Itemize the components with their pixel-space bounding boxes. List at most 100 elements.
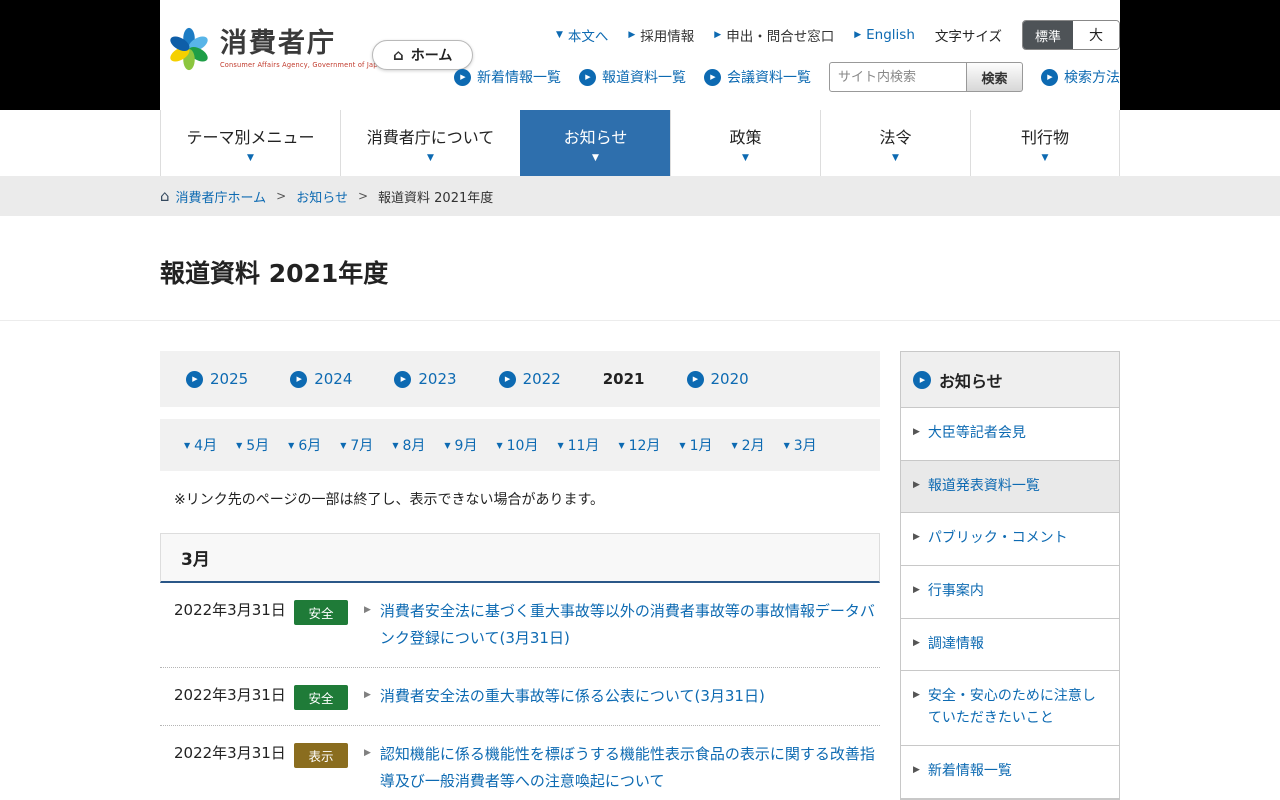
year-link-2020[interactable]: ▶ 2020 <box>686 370 749 388</box>
month-link-jul[interactable]: ▼ 7月 <box>340 435 373 455</box>
search-input[interactable] <box>829 62 967 92</box>
inquiry-link[interactable]: ▶ 申出・問合せ窓口 <box>714 25 834 45</box>
font-size-label: 文字サイズ <box>934 29 1002 45</box>
breadcrumb-separator: > <box>276 189 287 203</box>
year-tabs: ▶ 2025 ▶ 2024 ▶ 2023 ▶ 2022 2021 ▶ 2020 <box>160 351 880 407</box>
nav-theme-menu[interactable]: テーマ別メニュー ▼ <box>160 110 340 176</box>
caret-down-icon: ▼ <box>236 440 243 450</box>
caret-down-icon: ▼ <box>555 30 563 40</box>
caret-down-icon: ▼ <box>427 152 434 163</box>
caret-right-icon: ▶ <box>913 585 920 596</box>
caret-down-icon: ▼ <box>392 440 399 450</box>
caret-down-icon: ▼ <box>444 440 451 450</box>
breadcrumb-news-link[interactable]: お知らせ <box>296 187 348 206</box>
circle-arrow-icon: ▶ <box>498 370 516 388</box>
sidebar-item-press-conference[interactable]: ▶ 大臣等記者会見 <box>901 408 1119 461</box>
news-row: 2022年3月31日 安全 ▶ 消費者安全法に基づく重大事故等以外の消費者事故等… <box>160 583 880 668</box>
site-subtitle: Consumer Affairs Agency, Government of J… <box>220 60 387 69</box>
circle-arrow-icon: ▶ <box>454 68 471 86</box>
caret-right-icon: ▶ <box>913 532 920 543</box>
caret-right-icon: ▶ <box>913 427 920 437</box>
month-link-jan[interactable]: ▼ 1月 <box>679 435 712 455</box>
caret-down-icon: ▼ <box>731 440 738 450</box>
news-date: 2022年3月31日 <box>174 601 286 619</box>
category-badge-safety: 安全 <box>294 685 348 710</box>
utility-links: ▼ 本文へ ▶ 採用情報 ▶ 申出・問合せ窓口 ▶ English 文字サイズ … <box>556 20 1120 50</box>
circle-arrow-icon: ▶ <box>579 68 596 86</box>
pinwheel-logo-icon <box>170 27 208 71</box>
caret-down-icon: ▼ <box>557 440 564 450</box>
breadcrumb-current: 報道資料 2021年度 <box>378 190 494 206</box>
breadcrumb-home-link[interactable]: ⌂ 消費者庁ホーム <box>160 187 266 206</box>
month-links: ▼ 4月 ▼ 5月 ▼ 6月 ▼ 7月 ▼ 8月 ▼ 9月 ▼ 10月 ▼ 11月 ▼ 12月 ▼… <box>160 419 880 471</box>
nav-publications[interactable]: 刊行物 ▼ <box>970 110 1120 176</box>
year-link-2023[interactable]: ▶ 2023 <box>394 370 457 388</box>
caret-right-icon: ▶ <box>854 30 862 40</box>
section-header-march: 3月 <box>160 533 880 583</box>
skip-to-content-link[interactable]: ▼ 本文へ <box>556 25 608 45</box>
month-link-apr[interactable]: ▼ 4月 <box>184 435 217 455</box>
sidebar-item-events[interactable]: ▶ 行事案内 <box>901 566 1119 619</box>
month-link-may[interactable]: ▼ 5月 <box>236 435 269 455</box>
sidebar-item-safety-caution[interactable]: ▶ 安全・安心のために注意していただきたいこと <box>901 671 1119 746</box>
nav-about-agency[interactable]: 消費者庁について ▼ <box>340 110 520 176</box>
caret-down-icon: ▼ <box>783 440 790 450</box>
page-title: 報道資料 2021年度 <box>160 259 389 288</box>
caret-down-icon: ▼ <box>892 152 899 163</box>
recruit-link[interactable]: ▶ 採用情報 <box>628 25 694 45</box>
sidebar-item-procurement[interactable]: ▶ 調達情報 <box>901 619 1119 672</box>
circle-arrow-icon: ▶ <box>186 370 203 388</box>
font-size-large-button[interactable]: 大 <box>1073 21 1119 49</box>
news-row: 2022年3月31日 安全 ▶ 消費者安全法の重大事故等に係る公表について(3月… <box>160 668 880 726</box>
month-link-oct[interactable]: ▼ 10月 <box>496 435 538 455</box>
caret-down-icon: ▼ <box>592 152 599 163</box>
agency-logo[interactable]: 消費者庁 Consumer Affairs Agency, Government… <box>166 26 386 72</box>
month-link-sep[interactable]: ▼ 9月 <box>444 435 477 455</box>
nav-laws[interactable]: 法令 ▼ <box>820 110 970 176</box>
year-link-2024[interactable]: ▶ 2024 <box>290 370 352 388</box>
nav-news[interactable]: お知らせ ▼ <box>520 110 670 176</box>
press-material-list-link[interactable]: ▶ 報道資料一覧 <box>579 67 686 87</box>
year-link-2022[interactable]: ▶ 2022 <box>498 370 561 388</box>
sidebar-header: ▶ お知らせ <box>901 352 1119 408</box>
year-current-2021: 2021 <box>602 370 645 388</box>
news-date: 2022年3月31日 <box>174 686 286 704</box>
font-size-standard-button[interactable]: 標準 <box>1023 21 1073 49</box>
search-help-link[interactable]: ▶ 検索方法 <box>1041 67 1120 87</box>
caret-right-icon: ▶ <box>364 690 371 700</box>
news-link[interactable]: 認知機能に係る機能性を標ぼうする機能性表示食品の表示に関する改善指導及び一般消費… <box>380 741 876 795</box>
caret-down-icon: ▼ <box>618 440 625 450</box>
month-link-mar[interactable]: ▼ 3月 <box>784 435 817 455</box>
breadcrumb-separator: > <box>357 189 369 203</box>
caret-right-icon: ▶ <box>364 605 371 615</box>
search-button[interactable]: 検索 <box>967 62 1023 92</box>
month-link-feb[interactable]: ▼ 2月 <box>732 435 765 455</box>
sidebar-item-new-info-list[interactable]: ▶ 新着情報一覧 <box>901 746 1119 799</box>
site-title: 消費者庁 <box>220 28 336 60</box>
month-link-dec[interactable]: ▼ 12月 <box>618 435 660 455</box>
caret-right-icon: ▶ <box>913 764 920 775</box>
english-link[interactable]: ▶ English <box>854 27 915 43</box>
global-nav: テーマ別メニュー ▼ 消費者庁について ▼ お知らせ ▼ 政策 ▼ 法令 ▼ 刊… <box>0 110 1280 176</box>
caret-right-icon: ▶ <box>913 690 920 701</box>
caret-right-icon: ▶ <box>628 30 636 40</box>
breadcrumb: ⌂ 消費者庁ホーム > お知らせ > 報道資料 2021年度 <box>160 176 1120 216</box>
news-link[interactable]: 消費者安全法の重大事故等に係る公表について(3月31日) <box>380 683 876 710</box>
circle-arrow-icon: ▶ <box>686 370 704 388</box>
month-link-aug[interactable]: ▼ 8月 <box>392 435 425 455</box>
sidebar-item-public-comment[interactable]: ▶ パブリック・コメント <box>901 513 1119 567</box>
caret-down-icon: ▼ <box>340 440 347 450</box>
year-link-2025[interactable]: ▶ 2025 <box>186 370 248 388</box>
month-link-jun[interactable]: ▼ 6月 <box>288 435 321 455</box>
month-link-nov[interactable]: ▼ 11月 <box>557 435 599 455</box>
news-link[interactable]: 消費者安全法に基づく重大事故等以外の消費者事故等の事故情報データバンク登録につい… <box>380 598 876 652</box>
nav-policy[interactable]: 政策 ▼ <box>670 110 820 176</box>
title-band: 報道資料 2021年度 <box>0 216 1280 321</box>
caret-down-icon: ▼ <box>679 440 686 450</box>
font-size-toggle: 標準 大 <box>1022 20 1120 50</box>
sidebar-item-press-release-list[interactable]: ▶ 報道発表資料一覧 <box>901 460 1119 514</box>
link-expiry-note: ※リンク先のページの一部は終了し、表示できない場合があります。 <box>174 492 605 508</box>
meeting-material-list-link[interactable]: ▶ 会議資料一覧 <box>704 67 811 87</box>
new-info-list-link[interactable]: ▶ 新着情報一覧 <box>454 67 561 87</box>
circle-arrow-icon: ▶ <box>704 68 721 86</box>
